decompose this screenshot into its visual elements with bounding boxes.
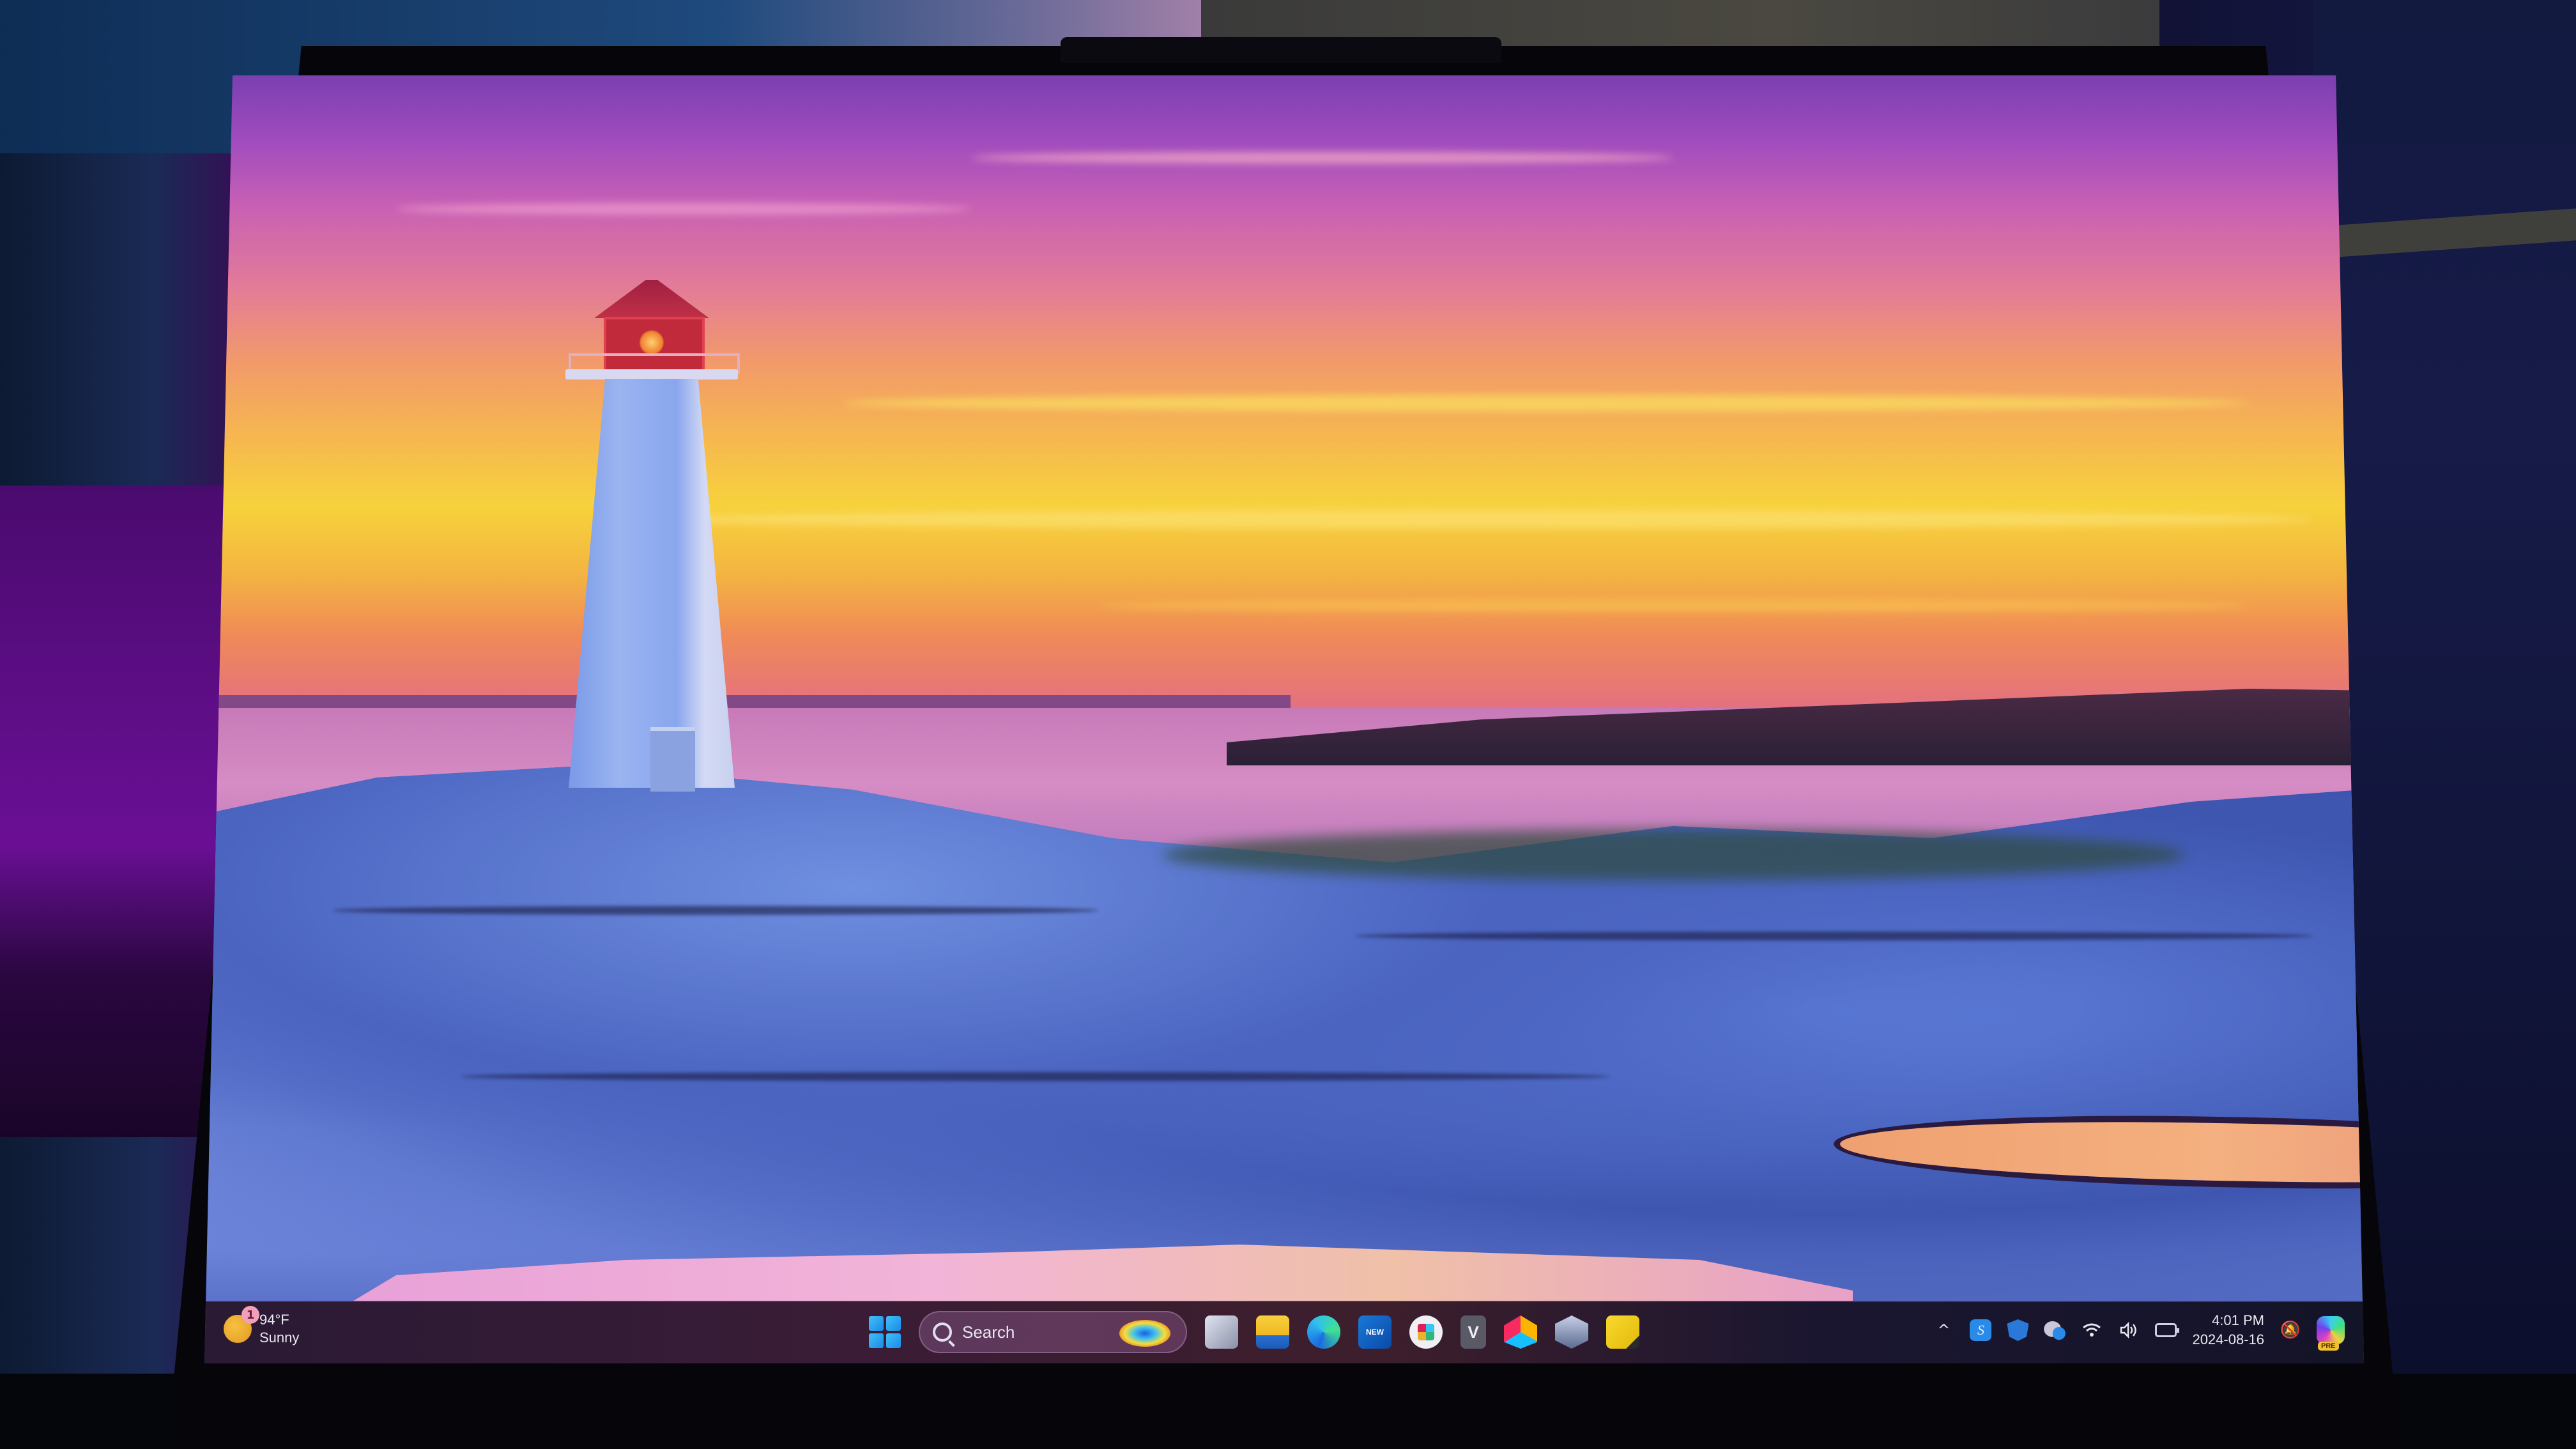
grass-patch <box>1163 829 2185 880</box>
clock-time: 4:01 PM <box>2212 1312 2264 1328</box>
edge-icon[interactable] <box>1307 1315 1340 1349</box>
airtable-icon[interactable] <box>1504 1315 1537 1349</box>
purple-lit-object <box>0 486 230 1137</box>
lighthouse <box>556 280 747 792</box>
search-placeholder: Search <box>962 1322 1015 1342</box>
weather-notification-badge: 1 <box>241 1306 259 1324</box>
weather-condition: Sunny <box>259 1330 300 1346</box>
surfshark-icon[interactable]: S <box>1970 1319 1992 1341</box>
bell-snooze-icon[interactable]: 🔕 <box>2280 1319 2301 1341</box>
search-highlight-image-icon[interactable] <box>1119 1320 1170 1347</box>
windows-logo-pane <box>869 1333 884 1348</box>
cloud-streak <box>843 395 2249 411</box>
wifi-icon[interactable] <box>2081 1319 2103 1341</box>
shield-check-icon[interactable] <box>2007 1319 2029 1341</box>
copilot-pre-badge: PRE <box>2318 1342 2339 1351</box>
taskbar: 1 94°F Sunny Search NEW V ^ S 4:01 PM 20… <box>204 1301 2364 1363</box>
rock-crevice <box>1354 931 2313 940</box>
outlook-new-label: NEW <box>1366 1328 1384 1337</box>
clock[interactable]: 4:01 PM 2024-08-16 <box>2192 1311 2264 1349</box>
cloud-streak <box>396 203 971 215</box>
chevron-up-icon[interactable]: ^ <box>1933 1319 1954 1341</box>
speaker-icon[interactable] <box>2118 1319 2140 1341</box>
cloud-info-icon[interactable] <box>2044 1319 2066 1341</box>
windows-logo-pane <box>886 1316 901 1331</box>
battery-glyph <box>2155 1323 2180 1337</box>
task-view-icon[interactable] <box>1205 1315 1238 1349</box>
rock-crevice <box>332 906 1099 915</box>
speaker-glyph <box>2120 1322 2137 1338</box>
cloud-streak <box>1099 599 2249 612</box>
windows-logo-icon <box>869 1316 884 1331</box>
sun-icon: 1 <box>224 1306 259 1343</box>
laptop-screen: 1 94°F Sunny Search NEW V ^ S 4:01 PM 20… <box>204 75 2364 1363</box>
search-box[interactable]: Search <box>919 1311 1187 1353</box>
windows-logo-pane <box>886 1333 901 1348</box>
clock-date: 2024-08-16 <box>2192 1331 2264 1347</box>
copilot-icon[interactable]: PRE <box>2317 1316 2345 1351</box>
cloud-streak <box>971 152 1674 164</box>
start-button[interactable] <box>869 1316 901 1348</box>
sticky-notes-icon[interactable] <box>1606 1315 1639 1349</box>
folder-icon[interactable] <box>1256 1315 1289 1349</box>
lighthouse-door <box>650 727 695 792</box>
webcam-bump <box>1061 37 1501 63</box>
lighthouse-roof <box>594 280 709 318</box>
taskbar-center: Search NEW V <box>869 1311 1639 1353</box>
weather-temperature: 94°F <box>259 1312 289 1328</box>
v-app-icon[interactable]: V <box>1460 1315 1486 1349</box>
battery-icon[interactable] <box>2155 1319 2180 1341</box>
system-tray: ^ S 4:01 PM 2024-08-16 🔕 PRE <box>1933 1311 2345 1351</box>
lighthouse-tower <box>569 379 735 788</box>
wifi-glyph <box>2083 1323 2101 1337</box>
slack-icon[interactable] <box>1409 1315 1443 1349</box>
search-icon <box>933 1322 952 1342</box>
weather-widget[interactable]: 1 94°F Sunny <box>224 1306 300 1347</box>
v-app-label: V <box>1468 1322 1479 1342</box>
desktop-wallpaper[interactable] <box>204 75 2364 1363</box>
rock-crevice <box>460 1072 1610 1081</box>
outlook-icon[interactable]: NEW <box>1358 1315 1392 1349</box>
lighthouse-light <box>639 330 664 355</box>
hexagon-app-icon[interactable] <box>1555 1315 1588 1349</box>
lighthouse-gallery <box>565 369 738 379</box>
cloud-streak <box>652 510 2313 529</box>
